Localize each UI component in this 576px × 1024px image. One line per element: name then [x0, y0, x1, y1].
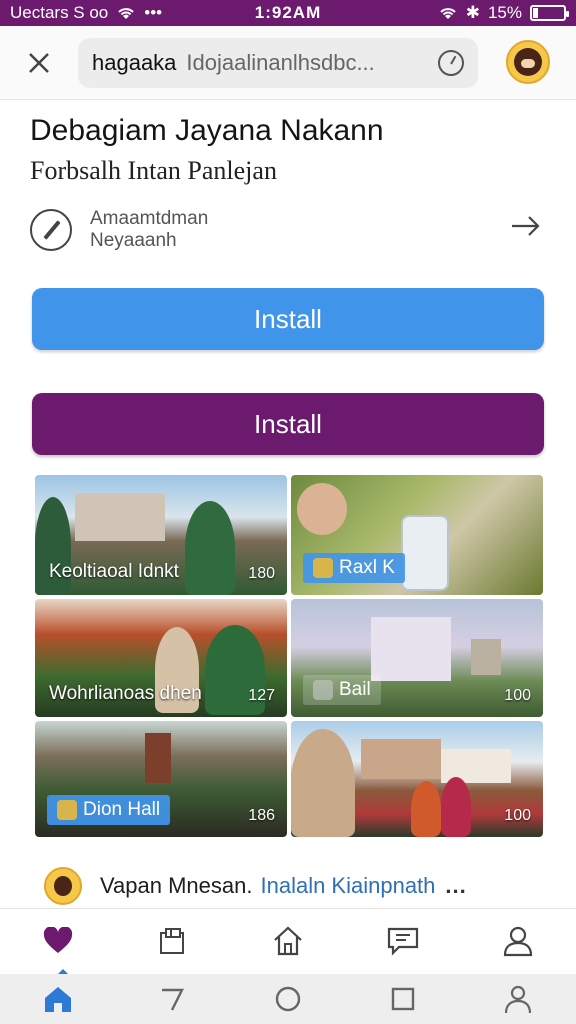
install-button-primary[interactable]: Install [32, 288, 544, 350]
gallery-caption: Raxl K [339, 557, 395, 578]
gallery-caption: Dion Hall [83, 799, 161, 820]
heart-icon [43, 926, 72, 953]
gallery-count: 127 [248, 687, 275, 704]
bluetooth-icon: ✱ [465, 3, 480, 22]
edit-line-1: Amaamtdman [90, 208, 209, 229]
wifi-icon-right [440, 8, 456, 19]
back-icon [161, 988, 184, 1011]
badge-icon [57, 800, 77, 820]
comment-row[interactable]: Vapan Mnesan. Inalaln Kiainpnath ... [44, 866, 544, 906]
carrier-label: Uectars S oo [10, 3, 109, 22]
page-title: Debagiam Jayana Nakann [30, 114, 384, 147]
gallery-count: 100 [504, 807, 531, 824]
battery-icon [530, 5, 569, 21]
reload-icon[interactable] [438, 50, 464, 76]
profile-outline-icon [505, 985, 532, 1014]
tab-favorites[interactable] [0, 909, 115, 976]
gallery-tile[interactable]: Bail 100 [291, 599, 543, 717]
url-bar[interactable]: hagaaka Idojaalinanlhsdbc... [78, 38, 478, 88]
gallery-tile[interactable]: Wohrlianoas dhen 127 [35, 599, 287, 717]
tab-profile[interactable] [461, 909, 576, 972]
gallery-tile[interactable]: Keoltiaoal Idnkt 180 [35, 475, 287, 595]
edit-line-2: Neyaaanh [90, 230, 177, 251]
gallery-caption: Wohrlianoas dhen [49, 683, 202, 704]
more-icon[interactable]: ... [445, 873, 466, 899]
comment-avatar[interactable] [44, 867, 82, 905]
gallery-tile[interactable]: 100 [291, 721, 543, 837]
gallery-tile[interactable]: Raxl K [291, 475, 543, 595]
nav-profile-button[interactable] [461, 974, 576, 1024]
circle-home-icon [275, 986, 301, 1012]
chat-icon [388, 927, 419, 956]
gallery-count: 180 [248, 565, 275, 582]
gallery-caption: Bail [339, 679, 371, 700]
tab-messages[interactable] [346, 909, 461, 972]
tab-bookmarks[interactable] [115, 909, 230, 972]
nav-back-button[interactable] [115, 974, 230, 1024]
nav-home-button[interactable] [0, 974, 115, 1024]
url-path: Idojaalinanlhsdbc... [186, 50, 375, 75]
clock: 1:92AM [254, 3, 322, 22]
system-nav-bar [0, 974, 576, 1024]
profile-avatar[interactable] [506, 40, 550, 84]
gallery-tag: Dion Hall [47, 795, 171, 825]
nav-recents-button[interactable] [346, 974, 461, 1024]
close-button[interactable] [14, 38, 64, 88]
wifi-icon [118, 8, 134, 19]
square-recents-icon [392, 987, 415, 1011]
gallery-count: 100 [504, 687, 531, 704]
browser-toolbar: hagaaka Idojaalinanlhsdbc... [0, 26, 576, 100]
status-bar: Uectars S oo ••• 1:92AM ✱ 15% [0, 0, 576, 26]
url-domain: hagaaka [92, 50, 177, 75]
signal-dots-icon: ••• [144, 3, 163, 22]
profile-icon [504, 926, 533, 956]
bookmarks-icon [159, 927, 184, 954]
battery-percent: 15% [487, 3, 522, 22]
page-subtitle: Forbsalh Intan Panlejan [30, 156, 277, 185]
tab-home[interactable] [230, 909, 345, 972]
edit-row[interactable]: Amaamtdman Neyaaanh [30, 202, 546, 258]
home-icon [274, 926, 302, 955]
comment-link[interactable]: Inalaln Kiainpnath [260, 873, 435, 899]
install-button-secondary[interactable]: Install [32, 393, 544, 455]
app-tab-bar [0, 908, 576, 976]
badge-icon [313, 680, 333, 700]
gallery-tag: Bail [303, 675, 381, 705]
badge-icon [313, 558, 333, 578]
arrow-right-icon[interactable] [510, 212, 542, 246]
gallery-caption: Keoltiaoal Idnkt [49, 561, 179, 582]
gallery-tag: Raxl K [303, 553, 405, 583]
comment-user: Vapan Mnesan. [100, 873, 253, 898]
gallery-tile[interactable]: Dion Hall 186 [35, 721, 287, 837]
photo-gallery: Keoltiaoal Idnkt 180 Raxl K Wohrlianoas … [35, 475, 543, 837]
pencil-icon [30, 209, 72, 251]
nav-circle-button[interactable] [230, 974, 345, 1024]
gallery-count: 186 [248, 807, 275, 824]
home-filled-icon [44, 987, 71, 1012]
close-icon [29, 52, 49, 73]
